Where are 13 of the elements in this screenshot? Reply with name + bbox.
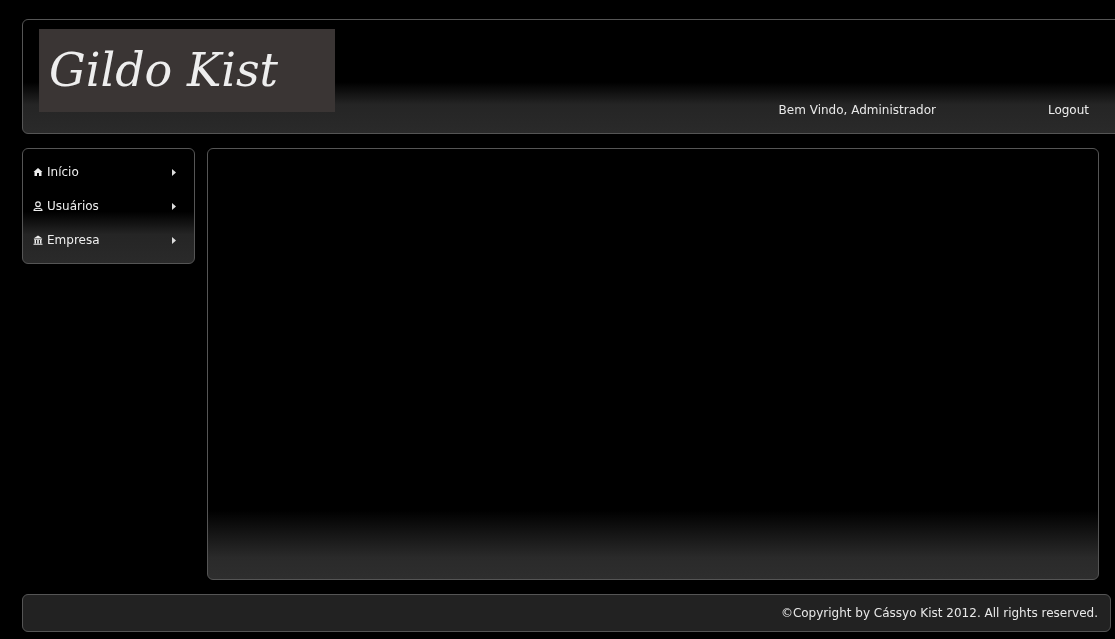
logo: Gildo Kist xyxy=(39,29,335,112)
logout-link[interactable]: Logout xyxy=(1047,101,1089,119)
sidebar-item[interactable]: Usuários xyxy=(23,189,194,223)
welcome-text: Bem Vindo, Administrador xyxy=(778,102,936,119)
copyright-text: ©Copyright by Cássyo Kist 2012. All rights reserved. xyxy=(780,605,1098,622)
caret-icon xyxy=(172,168,176,176)
house-icon xyxy=(33,167,43,177)
sidebar-item[interactable]: Empresa xyxy=(23,223,194,257)
person-icon xyxy=(33,201,43,211)
caret-icon xyxy=(172,236,176,244)
sidebar-item[interactable]: Início xyxy=(23,155,194,189)
building-icon xyxy=(33,235,43,245)
caret-icon xyxy=(172,202,176,210)
